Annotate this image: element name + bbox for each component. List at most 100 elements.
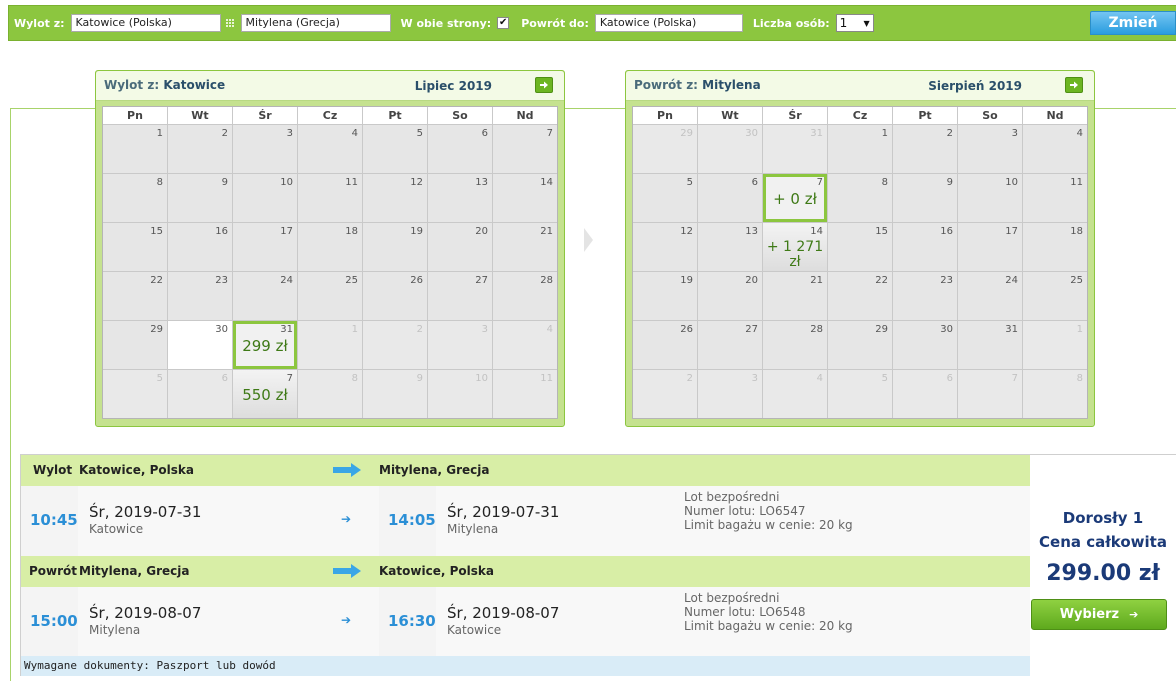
calendar-day[interactable]: 4 <box>298 125 362 173</box>
calendar-day[interactable]: 21 <box>493 223 557 271</box>
calendar-day: 5 <box>103 370 167 418</box>
calendar-day[interactable]: 1 <box>828 125 892 173</box>
calendar-day[interactable]: 31 <box>958 321 1022 369</box>
calendar-day[interactable]: 25 <box>298 272 362 320</box>
calendar-day[interactable]: 10 <box>958 174 1022 222</box>
calendar-day[interactable]: 9 <box>893 174 957 222</box>
calendar-day[interactable]: 3 <box>233 125 297 173</box>
calendar-day[interactable]: 17 <box>233 223 297 271</box>
calendar-day[interactable]: 22 <box>103 272 167 320</box>
day-number: 6 <box>221 373 228 384</box>
calendar-day[interactable]: 5 <box>363 125 427 173</box>
calendar-day[interactable]: 4 <box>1023 125 1087 173</box>
day-number: 8 <box>1076 373 1083 384</box>
calendar-day[interactable]: 31 299 zł <box>233 321 297 369</box>
day-number: 13 <box>475 177 488 188</box>
calendar-day[interactable]: 9 <box>168 174 232 222</box>
calendar-day[interactable]: 27 <box>698 321 762 369</box>
calendar-day[interactable]: 23 <box>168 272 232 320</box>
outbound-segment-header: Wylot Katowice, Polska Mitylena, Grecja <box>21 455 1030 486</box>
calendar-day[interactable]: 19 <box>633 272 697 320</box>
calendar-day[interactable]: 28 <box>493 272 557 320</box>
calendar-day[interactable]: 29 <box>103 321 167 369</box>
calendar-day[interactable]: 14 + 1 271 zł <box>763 223 827 271</box>
calendar-day[interactable]: 25 <box>1023 272 1087 320</box>
outbound-month: Lipiec 2019 <box>414 79 492 93</box>
calendar-day[interactable]: 20 <box>698 272 762 320</box>
next-month-button[interactable] <box>535 77 553 93</box>
weekday-header: Cz <box>828 107 892 124</box>
calendar-day[interactable]: 2 <box>893 125 957 173</box>
frame-left-border <box>10 108 11 681</box>
calendar-day[interactable]: 28 <box>763 321 827 369</box>
calendar-day[interactable]: 24 <box>233 272 297 320</box>
calendar-day[interactable]: 10 <box>233 174 297 222</box>
to-input[interactable]: Mitylena (Grecja) <box>240 14 391 32</box>
calendar-day[interactable]: 1 <box>103 125 167 173</box>
day-number: 29 <box>150 324 163 335</box>
calendar-day[interactable]: 30 <box>893 321 957 369</box>
calendar-day[interactable]: 27 <box>428 272 492 320</box>
weekday-header: Nd <box>1023 107 1087 124</box>
calendar-day[interactable]: 11 <box>298 174 362 222</box>
day-number: 25 <box>1070 275 1083 286</box>
calendar-day[interactable]: 7 <box>493 125 557 173</box>
calendar-day[interactable]: 26 <box>633 321 697 369</box>
outbound-arr-date: Śr, 2019-07-31 <box>447 503 560 521</box>
calendar-day[interactable]: 19 <box>363 223 427 271</box>
calendar-day[interactable]: 13 <box>428 174 492 222</box>
passenger-count: Dorosły 1 <box>1062 509 1144 527</box>
calendar-day[interactable]: 22 <box>828 272 892 320</box>
calendar-day[interactable]: 29 <box>828 321 892 369</box>
calendar-day[interactable]: 16 <box>168 223 232 271</box>
calendar-day[interactable]: 21 <box>763 272 827 320</box>
persons-select[interactable]: 1 ▼ <box>835 14 874 32</box>
calendar-day[interactable]: 30 <box>168 321 232 369</box>
calendar-day[interactable]: 6 <box>698 174 762 222</box>
select-button[interactable]: Wybierz ➔ <box>1031 599 1167 630</box>
calendar-day[interactable]: 23 <box>893 272 957 320</box>
calendar-day[interactable]: 12 <box>633 223 697 271</box>
day-number: 28 <box>810 324 823 335</box>
calendar-day[interactable]: 7 550 zł <box>233 370 297 418</box>
day-number: 9 <box>221 177 228 188</box>
select-button-label: Wybierz <box>1059 607 1120 622</box>
calendar-day[interactable]: 18 <box>298 223 362 271</box>
calendar-day[interactable]: 14 <box>493 174 557 222</box>
calendar-day[interactable]: 8 <box>103 174 167 222</box>
day-number: 1 <box>881 128 888 139</box>
day-number: 31 <box>810 128 823 139</box>
calendar-day[interactable]: 2 <box>168 125 232 173</box>
calendar-day[interactable]: 15 <box>828 223 892 271</box>
roundtrip-checkbox[interactable]: ✔ <box>497 17 510 29</box>
calendar-day[interactable]: 12 <box>363 174 427 222</box>
change-button[interactable]: Zmień <box>1090 11 1176 35</box>
outbound-baggage: Limit bagażu w cenie: 20 kg <box>684 518 853 532</box>
day-number: 8 <box>881 177 888 188</box>
calendar-day[interactable]: 3 <box>958 125 1022 173</box>
inbound-arr-date: Śr, 2019-08-07 <box>447 604 560 622</box>
weekday-header: Pn <box>103 107 167 124</box>
day-number: 4 <box>351 128 358 139</box>
calendar-day[interactable]: 24 <box>958 272 1022 320</box>
next-month-button[interactable] <box>1065 77 1083 93</box>
calendar-day: 31 <box>763 125 827 173</box>
calendar-day[interactable]: 20 <box>428 223 492 271</box>
persons-value: 1 <box>839 16 848 30</box>
swap-icon[interactable] <box>224 16 238 30</box>
day-number: 20 <box>745 275 758 286</box>
return-input[interactable]: Katowice (Polska) <box>594 14 743 32</box>
day-number: 29 <box>875 324 888 335</box>
calendar-day[interactable]: 8 <box>828 174 892 222</box>
calendar-day[interactable]: 13 <box>698 223 762 271</box>
calendar-day[interactable]: 5 <box>633 174 697 222</box>
calendar-day[interactable]: 7 + 0 zł <box>763 174 827 222</box>
calendar-day[interactable]: 18 <box>1023 223 1087 271</box>
calendar-day[interactable]: 26 <box>363 272 427 320</box>
calendar-day[interactable]: 6 <box>428 125 492 173</box>
from-input[interactable]: Katowice (Polska) <box>70 14 221 32</box>
calendar-day[interactable]: 17 <box>958 223 1022 271</box>
calendar-day[interactable]: 11 <box>1023 174 1087 222</box>
calendar-day[interactable]: 15 <box>103 223 167 271</box>
calendar-day[interactable]: 16 <box>893 223 957 271</box>
